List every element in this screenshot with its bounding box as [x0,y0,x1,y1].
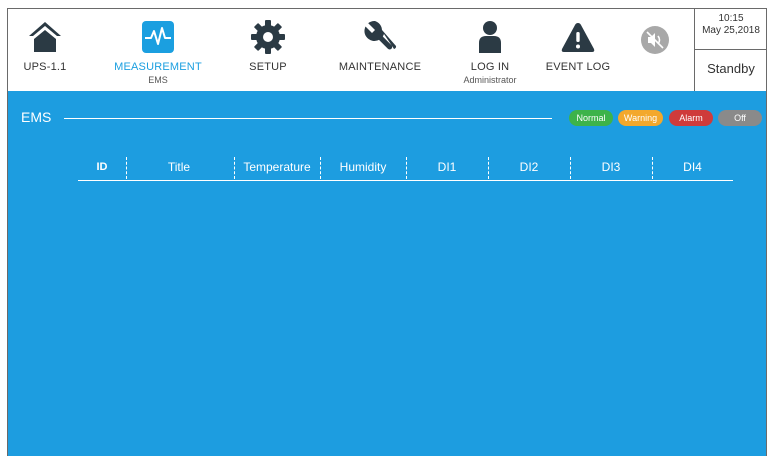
nav-setup-label: SETUP [249,61,287,73]
ems-table-header: ID Title Temperature Humidity DI1 DI2 DI… [78,154,733,181]
nav-measurement-sub: EMS [148,75,168,85]
status-divider [695,49,766,50]
nav-login[interactable]: LOG IN Administrator [450,9,530,91]
col-title: Title [167,160,191,174]
nav-setup[interactable]: SETUP [236,9,300,91]
col-di4: DI4 [683,160,702,174]
nav-home[interactable]: UPS-1.1 [16,9,74,91]
ems-panel: EMS Normal Warning Alarm Off ID Title Te… [8,91,766,456]
legend-normal: Normal [569,110,613,126]
clock-time: 10:15 [718,13,744,24]
user-icon [479,21,501,53]
nav-maintenance[interactable]: MAINTENANCE [330,9,430,91]
app-frame: UPS-1.1 MEASUREMENT EMS SETUP MAINTENANC… [7,8,767,456]
nav-eventlog[interactable]: EVENT LOG [538,9,618,91]
status-panel: 10:15 May 25,2018 Standby [694,9,766,91]
speaker-mute-icon [641,26,669,54]
col-di1: DI1 [437,160,457,174]
col-id: ID [96,161,108,173]
pulse-icon [142,21,174,53]
warning-icon [561,23,595,52]
ems-title-rule [64,118,552,119]
ups-status: Standby [707,61,755,76]
nav-home-label: UPS-1.1 [23,61,67,73]
ems-title: EMS [21,109,52,125]
clock-date: May 25,2018 [702,25,760,36]
wrench-icon [364,20,397,50]
nav-measurement[interactable]: MEASUREMENT EMS [110,9,206,91]
top-navigation-bar: UPS-1.1 MEASUREMENT EMS SETUP MAINTENANC… [8,9,766,91]
mute-button[interactable] [636,9,676,91]
nav-login-sub: Administrator [463,75,517,85]
col-di3: DI3 [601,160,621,174]
legend-alarm: Alarm [669,110,713,126]
legend-warning: Warning [618,110,663,126]
col-temperature: Temperature [243,160,311,174]
nav-eventlog-label: EVENT LOG [545,61,611,73]
col-humidity: Humidity [339,160,387,174]
gear-icon [251,20,285,54]
nav-login-label: LOG IN [470,61,510,73]
nav-maintenance-label: MAINTENANCE [338,61,422,73]
home-icon [29,22,61,52]
clock: 10:15 May 25,2018 [695,13,766,37]
nav-measurement-label: MEASUREMENT [114,61,202,73]
legend-off: Off [718,110,762,126]
col-di2: DI2 [519,160,539,174]
